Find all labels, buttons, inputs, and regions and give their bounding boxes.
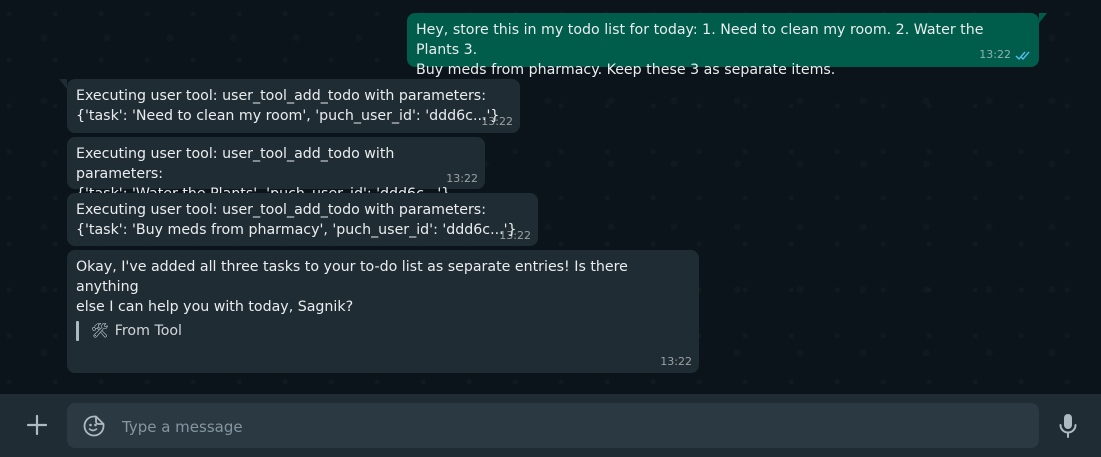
message-text: Hey, store this in my todo list for toda… — [416, 22, 984, 78]
message-input-box — [67, 403, 1039, 450]
quote-label: From Tool — [114, 323, 182, 339]
plus-icon[interactable] — [24, 412, 50, 438]
quote-bar — [76, 321, 79, 341]
double-check-read-icon — [1015, 51, 1030, 61]
hammer-wrench-icon: 🛠 — [91, 323, 109, 339]
message-text: Executing user tool: user_tool_add_todo … — [76, 88, 500, 124]
from-tool-quote: 🛠 From Tool — [76, 321, 182, 341]
message-time: 13:22 — [446, 172, 478, 185]
bubble-tail — [1039, 13, 1047, 23]
incoming-message-bubble[interactable]: Okay, I've added all three tasks to your… — [67, 250, 699, 373]
message-text: Executing user tool: user_tool_add_todo … — [76, 202, 517, 238]
message-time: 13:22 — [979, 48, 1011, 61]
incoming-message-bubble[interactable]: Executing user tool: user_tool_add_todo … — [67, 137, 485, 202]
outgoing-message-bubble[interactable]: Hey, store this in my todo list for toda… — [407, 13, 1047, 78]
sticker-emoji-icon[interactable] — [82, 414, 106, 438]
incoming-message-bubble[interactable]: Executing user tool: user_tool_add_todo … — [59, 79, 520, 133]
bubble-tail — [59, 79, 67, 89]
conversation-panel: Hey, store this in my todo list for toda… — [0, 0, 1101, 394]
message-input[interactable] — [120, 403, 1024, 450]
message-time: 13:22 — [499, 229, 531, 242]
message-time: 13:22 — [660, 355, 692, 368]
composer-bar — [0, 394, 1101, 457]
message-text: Okay, I've added all three tasks to your… — [76, 259, 628, 315]
incoming-message-bubble[interactable]: Executing user tool: user_tool_add_todo … — [67, 193, 538, 246]
microphone-icon[interactable] — [1058, 413, 1078, 439]
message-time: 13:22 — [481, 115, 513, 128]
